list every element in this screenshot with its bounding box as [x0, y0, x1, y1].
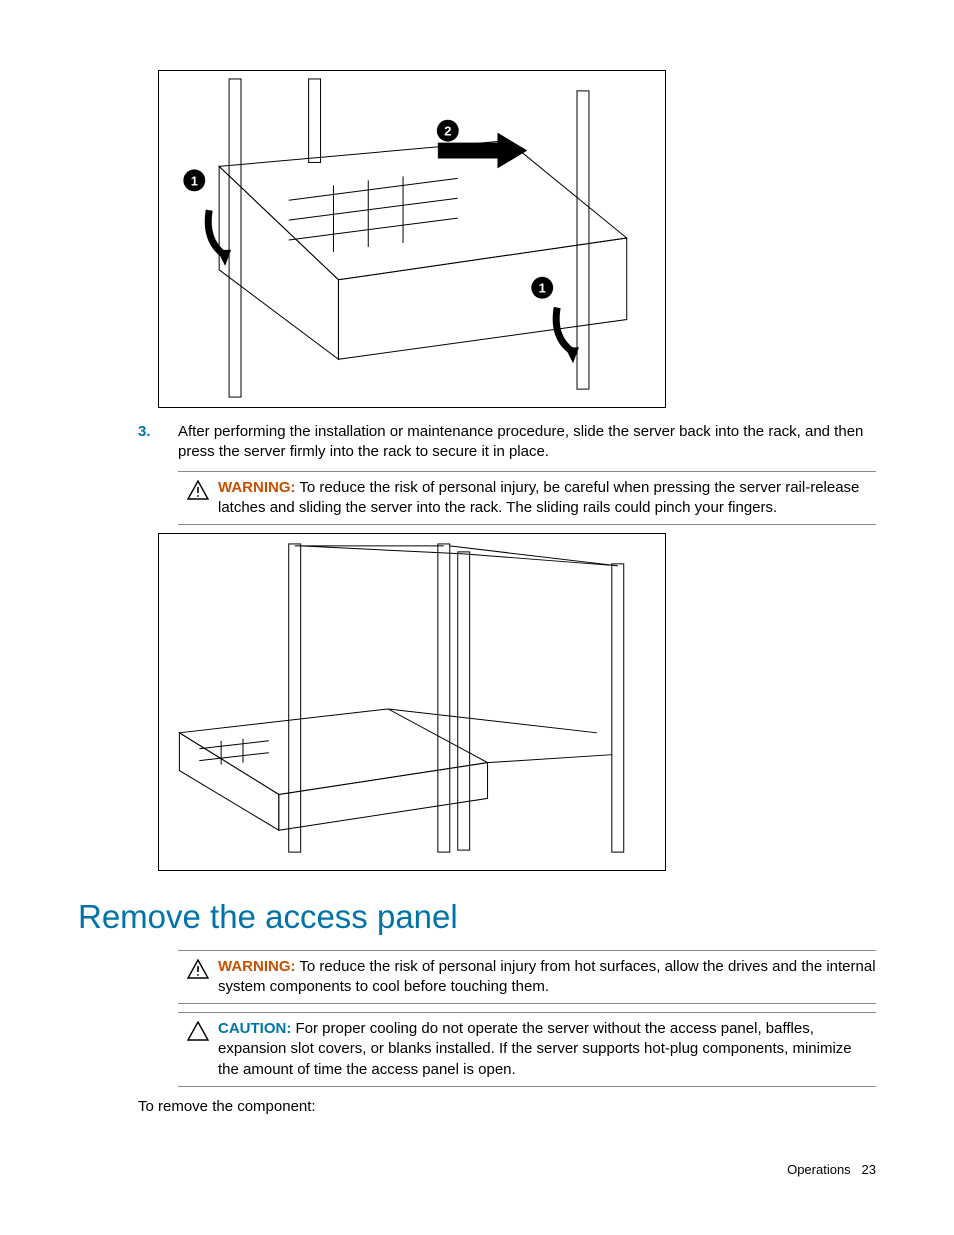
step-3: 3. After performing the installation or … — [138, 422, 876, 463]
warning-body: WARNING: To reduce the risk of personal … — [218, 478, 876, 519]
warning-text: To reduce the risk of personal injury fr… — [218, 958, 876, 995]
step-number: 3. — [138, 422, 178, 463]
warning-label: WARNING: — [218, 479, 296, 496]
caution-icon — [178, 1019, 218, 1080]
warning-hot-surfaces: WARNING: To reduce the risk of personal … — [178, 950, 876, 1005]
warning-body: WARNING: To reduce the risk of personal … — [218, 957, 876, 998]
warning-icon — [178, 957, 218, 998]
figure-server-insert — [158, 533, 666, 871]
server-diagram-2 — [159, 534, 665, 870]
footer-page-number: 23 — [862, 1162, 876, 1177]
step-text: After performing the installation or mai… — [178, 422, 876, 463]
svg-text:2: 2 — [444, 124, 451, 139]
svg-text:1: 1 — [539, 281, 546, 296]
caution-label: CAUTION: — [218, 1020, 291, 1037]
warning-pinch-fingers: WARNING: To reduce the risk of personal … — [178, 471, 876, 526]
caution-text: For proper cooling do not operate the se… — [218, 1020, 852, 1078]
svg-text:1: 1 — [191, 173, 198, 188]
warning-icon — [178, 478, 218, 519]
intro-text: To remove the component: — [138, 1097, 876, 1117]
caution-body: CAUTION: For proper cooling do not opera… — [218, 1019, 876, 1080]
page-footer: Operations 23 — [787, 1161, 876, 1179]
figure-server-extend: 2 1 1 — [158, 70, 666, 408]
heading-remove-access-panel: Remove the access panel — [78, 895, 876, 940]
caution-cooling: CAUTION: For proper cooling do not opera… — [178, 1012, 876, 1087]
footer-section: Operations — [787, 1162, 851, 1177]
warning-text: To reduce the risk of personal injury, b… — [218, 479, 859, 516]
server-diagram-1: 2 1 1 — [159, 71, 665, 407]
warning-label: WARNING: — [218, 958, 296, 975]
